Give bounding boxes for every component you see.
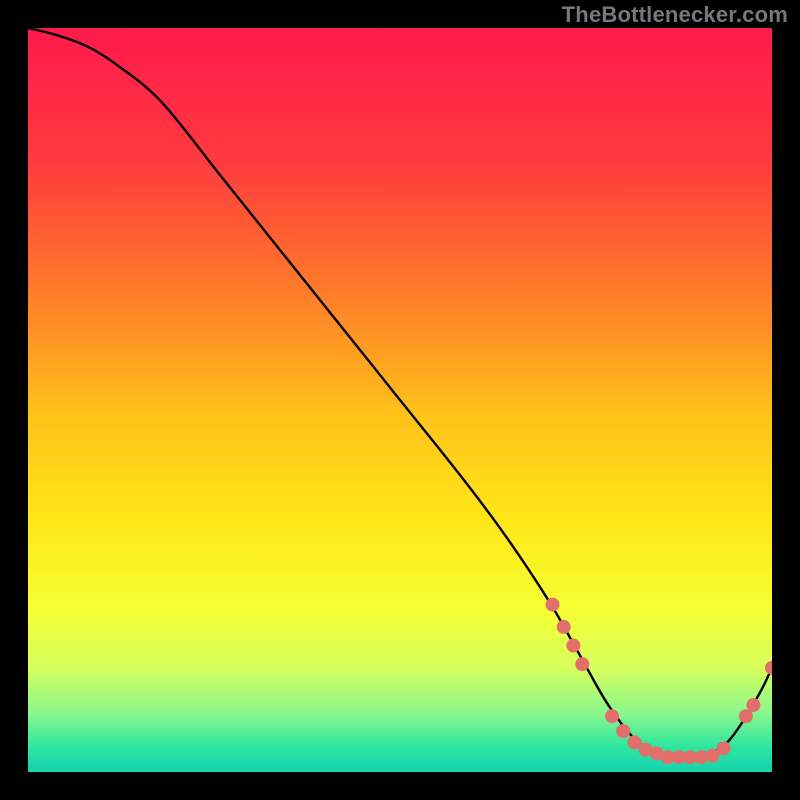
data-marker (616, 724, 630, 738)
data-marker (546, 598, 560, 612)
data-marker (605, 709, 619, 723)
watermark-text: TheBottlenecker.com (562, 2, 788, 28)
data-marker (746, 698, 760, 712)
chart-plot-area (28, 28, 772, 772)
chart-stage: TheBottlenecker.com (0, 0, 800, 800)
chart-svg (28, 28, 772, 772)
data-marker (717, 741, 731, 755)
data-marker (566, 639, 580, 653)
data-marker (575, 657, 589, 671)
data-marker (557, 620, 571, 634)
